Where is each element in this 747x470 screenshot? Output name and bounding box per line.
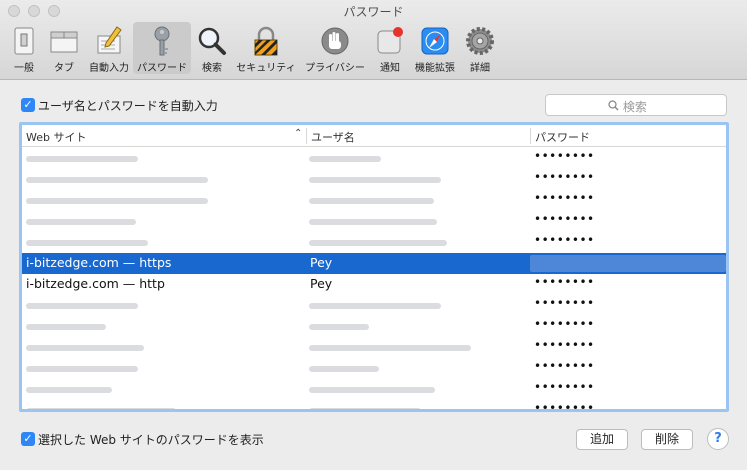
- blurred-username: [309, 198, 434, 204]
- column-divider: [530, 128, 531, 144]
- add-button[interactable]: 追加: [576, 429, 628, 450]
- search-placeholder-wrap: 検索: [608, 98, 647, 115]
- tab-advanced[interactable]: 詳細: [462, 22, 498, 74]
- column-divider: [306, 128, 307, 144]
- table-row-selected[interactable]: i-bitzedge.com — https Pey: [22, 253, 726, 274]
- password-mask: ••••••••: [534, 149, 595, 163]
- password-mask: ••••••••: [534, 233, 595, 247]
- table-row[interactable]: ••••••••: [22, 190, 726, 211]
- tab-extensions[interactable]: 機能拡張: [412, 22, 458, 74]
- username-cell: Pey: [310, 276, 333, 291]
- column-header-site[interactable]: Web サイト: [26, 129, 86, 145]
- table-row[interactable]: ••••••••: [22, 211, 726, 232]
- passwords-table[interactable]: Web サイト ⌃ ユーザ名 パスワード •••••••• •••••••• •…: [19, 122, 729, 412]
- tab-autofill[interactable]: 自動入力: [86, 22, 132, 74]
- blurred-site: [26, 303, 138, 309]
- table-row[interactable]: ••••••••: [22, 232, 726, 253]
- search-input[interactable]: 検索: [545, 94, 727, 116]
- tab-tabs[interactable]: タブ: [46, 22, 82, 74]
- blurred-username: [309, 324, 369, 330]
- password-mask: ••••••••: [534, 401, 595, 412]
- table-header: Web サイト ⌃ ユーザ名 パスワード: [22, 125, 726, 147]
- autofill-icon: [97, 26, 122, 54]
- table-row[interactable]: ••••••••: [22, 316, 726, 337]
- tab-search[interactable]: 検索: [194, 22, 230, 74]
- general-icon: [14, 27, 34, 55]
- blurred-username: [309, 387, 435, 393]
- blurred-username: [309, 303, 441, 309]
- tabs-icon: [50, 31, 78, 53]
- show-password-checkbox[interactable]: ✓: [21, 432, 35, 446]
- blurred-site: [26, 324, 106, 330]
- tab-privacy[interactable]: プライバシー: [303, 22, 367, 74]
- password-mask: ••••••••: [534, 317, 595, 331]
- password-mask: ••••••••: [534, 170, 595, 184]
- blurred-site: [26, 387, 112, 393]
- table-row[interactable]: ••••••••: [22, 358, 726, 379]
- column-header-password[interactable]: パスワード: [535, 129, 590, 145]
- hand-icon: [321, 27, 349, 55]
- column-header-username[interactable]: ユーザ名: [311, 129, 355, 145]
- table-row[interactable]: ••••••••: [22, 295, 726, 316]
- lock-icon: [254, 26, 278, 56]
- key-icon: [154, 26, 170, 56]
- password-mask: ••••••••: [534, 275, 595, 289]
- window-title: パスワード: [343, 5, 404, 19]
- search-field-icon: [608, 100, 623, 114]
- gear-icon: [466, 27, 494, 55]
- table-row[interactable]: ••••••••: [22, 400, 726, 412]
- blurred-username: [309, 345, 471, 351]
- search-icon: [198, 27, 226, 55]
- extensions-icon: [421, 27, 449, 55]
- tab-security[interactable]: セキュリティ: [234, 22, 298, 74]
- blurred-username: [309, 366, 379, 372]
- table-row[interactable]: ••••••••: [22, 379, 726, 400]
- table-row[interactable]: ••••••••: [22, 169, 726, 190]
- username-cell: Pey: [310, 255, 333, 270]
- table-row[interactable]: ••••••••: [22, 148, 726, 169]
- tab-passwords[interactable]: パスワード: [133, 22, 191, 74]
- show-password-label: 選択した Web サイトのパスワードを表示: [38, 433, 264, 447]
- blurred-site: [26, 408, 176, 409]
- site-cell: i-bitzedge.com — https: [26, 255, 172, 270]
- autofill-checkbox[interactable]: ✓: [21, 98, 35, 112]
- tab-notifications[interactable]: 通知: [372, 22, 408, 74]
- remove-button[interactable]: 削除: [641, 429, 693, 450]
- search-placeholder: 検索: [622, 100, 647, 114]
- titlebar: パスワード 一般 タブ 自動入力 パスワード 検索 セキュリティ プライバシー …: [0, 0, 747, 80]
- password-mask: ••••••••: [534, 338, 595, 352]
- password-mask: ••••••••: [534, 359, 595, 373]
- blurred-site: [26, 219, 136, 225]
- blurred-site: [26, 366, 138, 372]
- blurred-username: [309, 240, 447, 246]
- password-mask: ••••••••: [534, 296, 595, 310]
- password-mask: ••••••••: [534, 380, 595, 394]
- blurred-username: [309, 219, 437, 225]
- blurred-site: [26, 177, 208, 183]
- table-row[interactable]: ••••••••: [22, 337, 726, 358]
- blurred-password: [530, 255, 726, 272]
- password-mask: ••••••••: [534, 191, 595, 205]
- blurred-username: [309, 408, 421, 409]
- blurred-username: [309, 177, 441, 183]
- password-mask: ••••••••: [534, 212, 595, 226]
- preferences-window: パスワード 一般 タブ 自動入力 パスワード 検索 セキュリティ プライバシー …: [0, 0, 747, 470]
- site-cell: i-bitzedge.com — http: [26, 276, 165, 291]
- notifications-icon: [377, 27, 403, 54]
- sort-ascending-icon: ⌃: [294, 128, 303, 139]
- blurred-site: [26, 156, 138, 162]
- blurred-site: [26, 240, 148, 246]
- toolbar: 一般 タブ 自動入力 パスワード 検索 セキュリティ プライバシー 通知 機能拡…: [0, 22, 747, 74]
- autofill-label: ユーザ名とパスワードを自動入力: [38, 99, 218, 113]
- help-button[interactable]: ?: [707, 428, 729, 450]
- blurred-site: [26, 345, 144, 351]
- blurred-username: [309, 156, 381, 162]
- blurred-site: [26, 198, 208, 204]
- tab-general[interactable]: 一般: [6, 22, 42, 74]
- table-row[interactable]: i-bitzedge.com — http Pey ••••••••: [22, 274, 726, 295]
